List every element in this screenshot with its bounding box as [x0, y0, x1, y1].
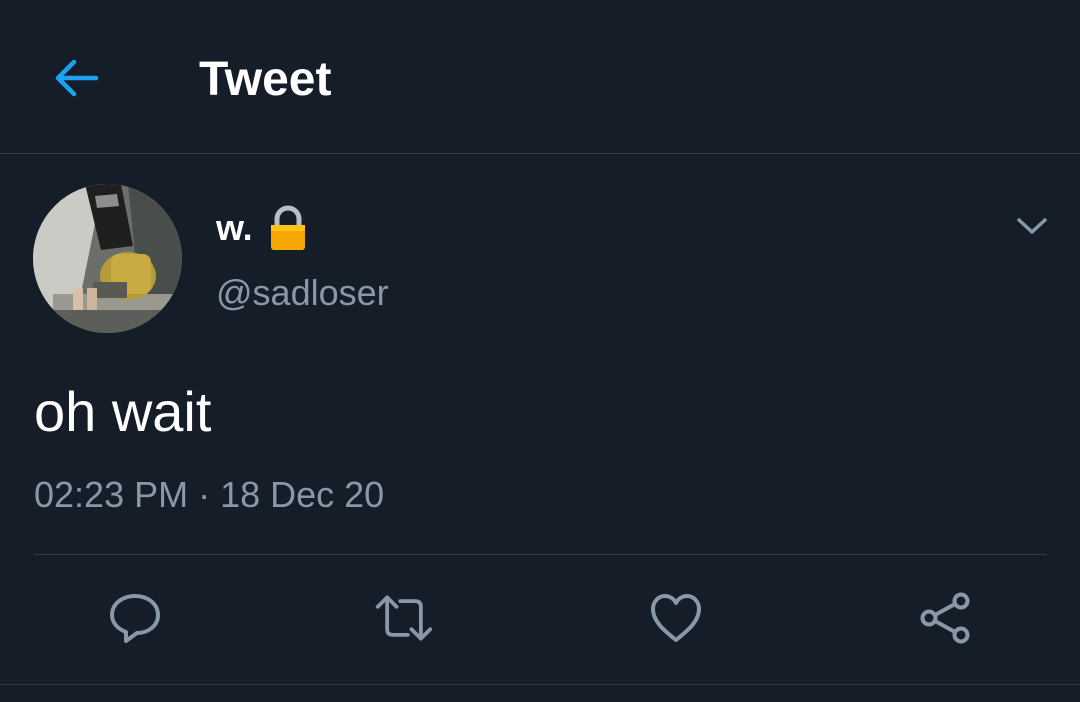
back-button[interactable] — [46, 48, 106, 108]
top-app-bar: Tweet — [0, 0, 1080, 154]
share-icon — [920, 592, 970, 644]
display-name[interactable]: w. — [216, 207, 253, 249]
avatar[interactable] — [33, 184, 182, 333]
reply-button[interactable] — [105, 590, 165, 646]
chevron-down-icon — [1017, 218, 1047, 234]
retweet-icon — [375, 595, 433, 641]
like-button[interactable] — [646, 590, 706, 646]
lock-icon — [270, 205, 305, 250]
user-name-row: w. — [216, 204, 309, 252]
divider — [34, 554, 1047, 555]
share-button[interactable] — [915, 590, 975, 646]
heart-icon — [651, 594, 701, 642]
tweet-text: oh wait — [34, 380, 212, 443]
more-options-button[interactable] — [1010, 204, 1054, 248]
reply-icon — [110, 594, 160, 643]
user-handle[interactable]: @sadloser — [216, 270, 389, 316]
tweet-timestamp[interactable]: 02:23 PM · 18 Dec 20 — [34, 472, 384, 518]
page-title: Tweet — [199, 53, 332, 106]
arrow-left-icon — [55, 59, 99, 97]
tweet-detail-screen: Tweet w. @sadloser oh wait 02:23 PM · 18… — [0, 0, 1080, 702]
avatar-image — [33, 184, 182, 333]
retweet-button[interactable] — [374, 590, 434, 646]
divider — [0, 684, 1080, 685]
